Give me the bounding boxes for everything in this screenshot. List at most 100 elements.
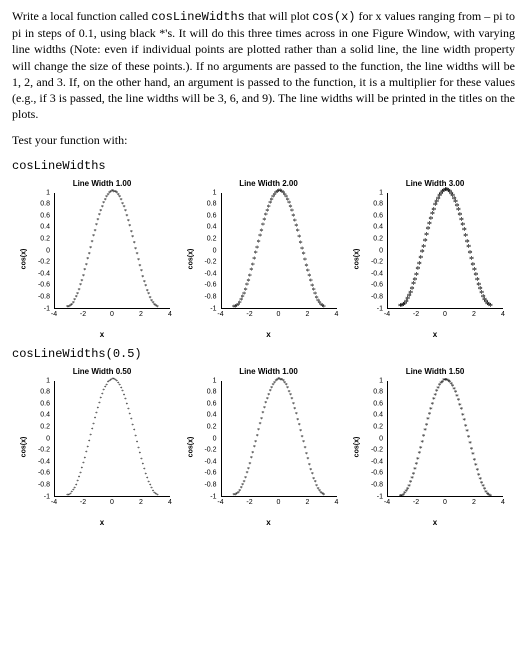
call-1: cosLineWidths (12, 159, 515, 173)
x-tick-label: 4 (497, 499, 509, 506)
x-tick-label: 0 (106, 311, 118, 318)
y-tick-label: 0.2 (189, 423, 217, 430)
y-tick-label: 0 (355, 247, 383, 254)
data-point: * (154, 305, 160, 311)
data-point: * (92, 229, 98, 235)
text: for x values ranging from – pi to pi in … (12, 9, 515, 121)
y-tick-label: 0 (22, 247, 50, 254)
data-point: * (91, 423, 96, 428)
x-tick-label: 0 (273, 499, 285, 506)
y-tick-label: -0.6 (189, 282, 217, 289)
plot-area: ****************************************… (54, 381, 170, 497)
data-point: * (155, 494, 160, 499)
y-tick-label: -1 (189, 305, 217, 312)
data-point: * (254, 434, 260, 440)
y-tick-label: 0.6 (189, 212, 217, 219)
subplot-5: Line Width 1.00 ************************… (189, 367, 349, 527)
y-tick-label: -1 (22, 493, 50, 500)
subplot-6: Line Width 1.50 ************************… (355, 367, 515, 527)
y-tick-label: 0.6 (22, 400, 50, 407)
y-tick-label: 0.8 (22, 389, 50, 396)
data-point: * (251, 445, 257, 451)
data-point: * (247, 462, 253, 468)
chart-title: Line Width 0.50 (22, 367, 182, 376)
y-tick-label: -0.6 (355, 282, 383, 289)
y-tick-label: 0.6 (355, 400, 383, 407)
chart-title: Line Width 1.00 (22, 179, 182, 188)
x-axis-label: x (189, 518, 349, 527)
y-tick-label: 0 (189, 247, 217, 254)
y-tick-label: -0.4 (22, 270, 50, 277)
problem-paragraph-2: Test your function with: (12, 132, 515, 148)
data-point: * (81, 462, 86, 467)
y-tick-label: 0 (22, 435, 50, 442)
x-tick-label: 2 (302, 499, 314, 506)
figure-row-2: Line Width 0.50 ************************… (12, 367, 515, 527)
data-point: * (320, 304, 328, 312)
data-point: * (248, 456, 254, 462)
y-tick-label: 0.8 (189, 201, 217, 208)
data-point: * (88, 246, 94, 252)
chart-title: Line Width 1.00 (189, 367, 349, 376)
call-2: cosLineWidths(0.5) (12, 347, 515, 361)
data-point: * (487, 493, 494, 500)
x-tick-label: -4 (215, 311, 227, 318)
y-tick-label: 0.2 (189, 235, 217, 242)
data-point: * (253, 440, 259, 446)
data-point: * (97, 402, 102, 407)
data-point: * (84, 451, 89, 456)
y-tick-label: -1 (355, 305, 383, 312)
data-point: * (89, 240, 95, 246)
y-tick-label: 0.4 (22, 224, 50, 231)
y-tick-label: -0.6 (189, 470, 217, 477)
x-tick-label: -4 (381, 311, 393, 318)
x-tick-label: 2 (135, 311, 147, 318)
y-tick-label: -0.4 (189, 270, 217, 277)
y-tick-label: -0.4 (22, 458, 50, 465)
x-tick-label: -2 (244, 311, 256, 318)
x-tick-label: -2 (77, 499, 89, 506)
problem-paragraph-1: Write a local function called cosLineWid… (12, 8, 515, 122)
y-tick-label: 0.2 (355, 235, 383, 242)
y-tick-label: 0.6 (355, 212, 383, 219)
y-tick-label: 1 (22, 189, 50, 196)
y-tick-label: 0.2 (22, 235, 50, 242)
y-tick-label: 0.4 (355, 412, 383, 419)
x-tick-label: -2 (77, 311, 89, 318)
data-point: * (78, 472, 83, 477)
y-tick-label: 0.4 (189, 224, 217, 231)
y-tick-label: -0.8 (189, 481, 217, 488)
x-tick-label: 4 (497, 311, 509, 318)
data-point: * (90, 234, 96, 240)
y-tick-label: 0.8 (355, 201, 383, 208)
x-tick-label: -2 (244, 499, 256, 506)
x-tick-label: 0 (439, 311, 451, 318)
x-tick-label: -2 (410, 311, 422, 318)
text: that will plot (245, 9, 312, 23)
x-tick-label: -4 (48, 311, 60, 318)
x-axis-label: x (22, 330, 182, 339)
code-cosx: cos(x) (312, 10, 355, 24)
y-tick-label: 0.8 (22, 201, 50, 208)
y-tick-label: -0.6 (22, 282, 50, 289)
subplot-4: Line Width 0.50 ************************… (22, 367, 182, 527)
data-point: * (321, 493, 327, 499)
text: Write a local function called (12, 9, 151, 23)
y-tick-label: -0.2 (22, 447, 50, 454)
y-tick-label: -0.8 (189, 293, 217, 300)
y-tick-label: -0.8 (22, 481, 50, 488)
x-tick-label: -4 (48, 499, 60, 506)
x-tick-label: 0 (273, 311, 285, 318)
y-tick-label: -1 (189, 493, 217, 500)
x-axis-label: x (189, 330, 349, 339)
data-point: * (85, 446, 90, 451)
x-tick-label: -4 (215, 499, 227, 506)
y-tick-label: 0 (189, 435, 217, 442)
x-axis-label: x (22, 518, 182, 527)
y-tick-label: -0.4 (189, 458, 217, 465)
plot-area: ****************************************… (54, 193, 170, 309)
y-tick-label: 0.6 (189, 400, 217, 407)
x-tick-label: 0 (106, 499, 118, 506)
y-tick-label: -0.2 (189, 447, 217, 454)
x-tick-label: -4 (381, 499, 393, 506)
